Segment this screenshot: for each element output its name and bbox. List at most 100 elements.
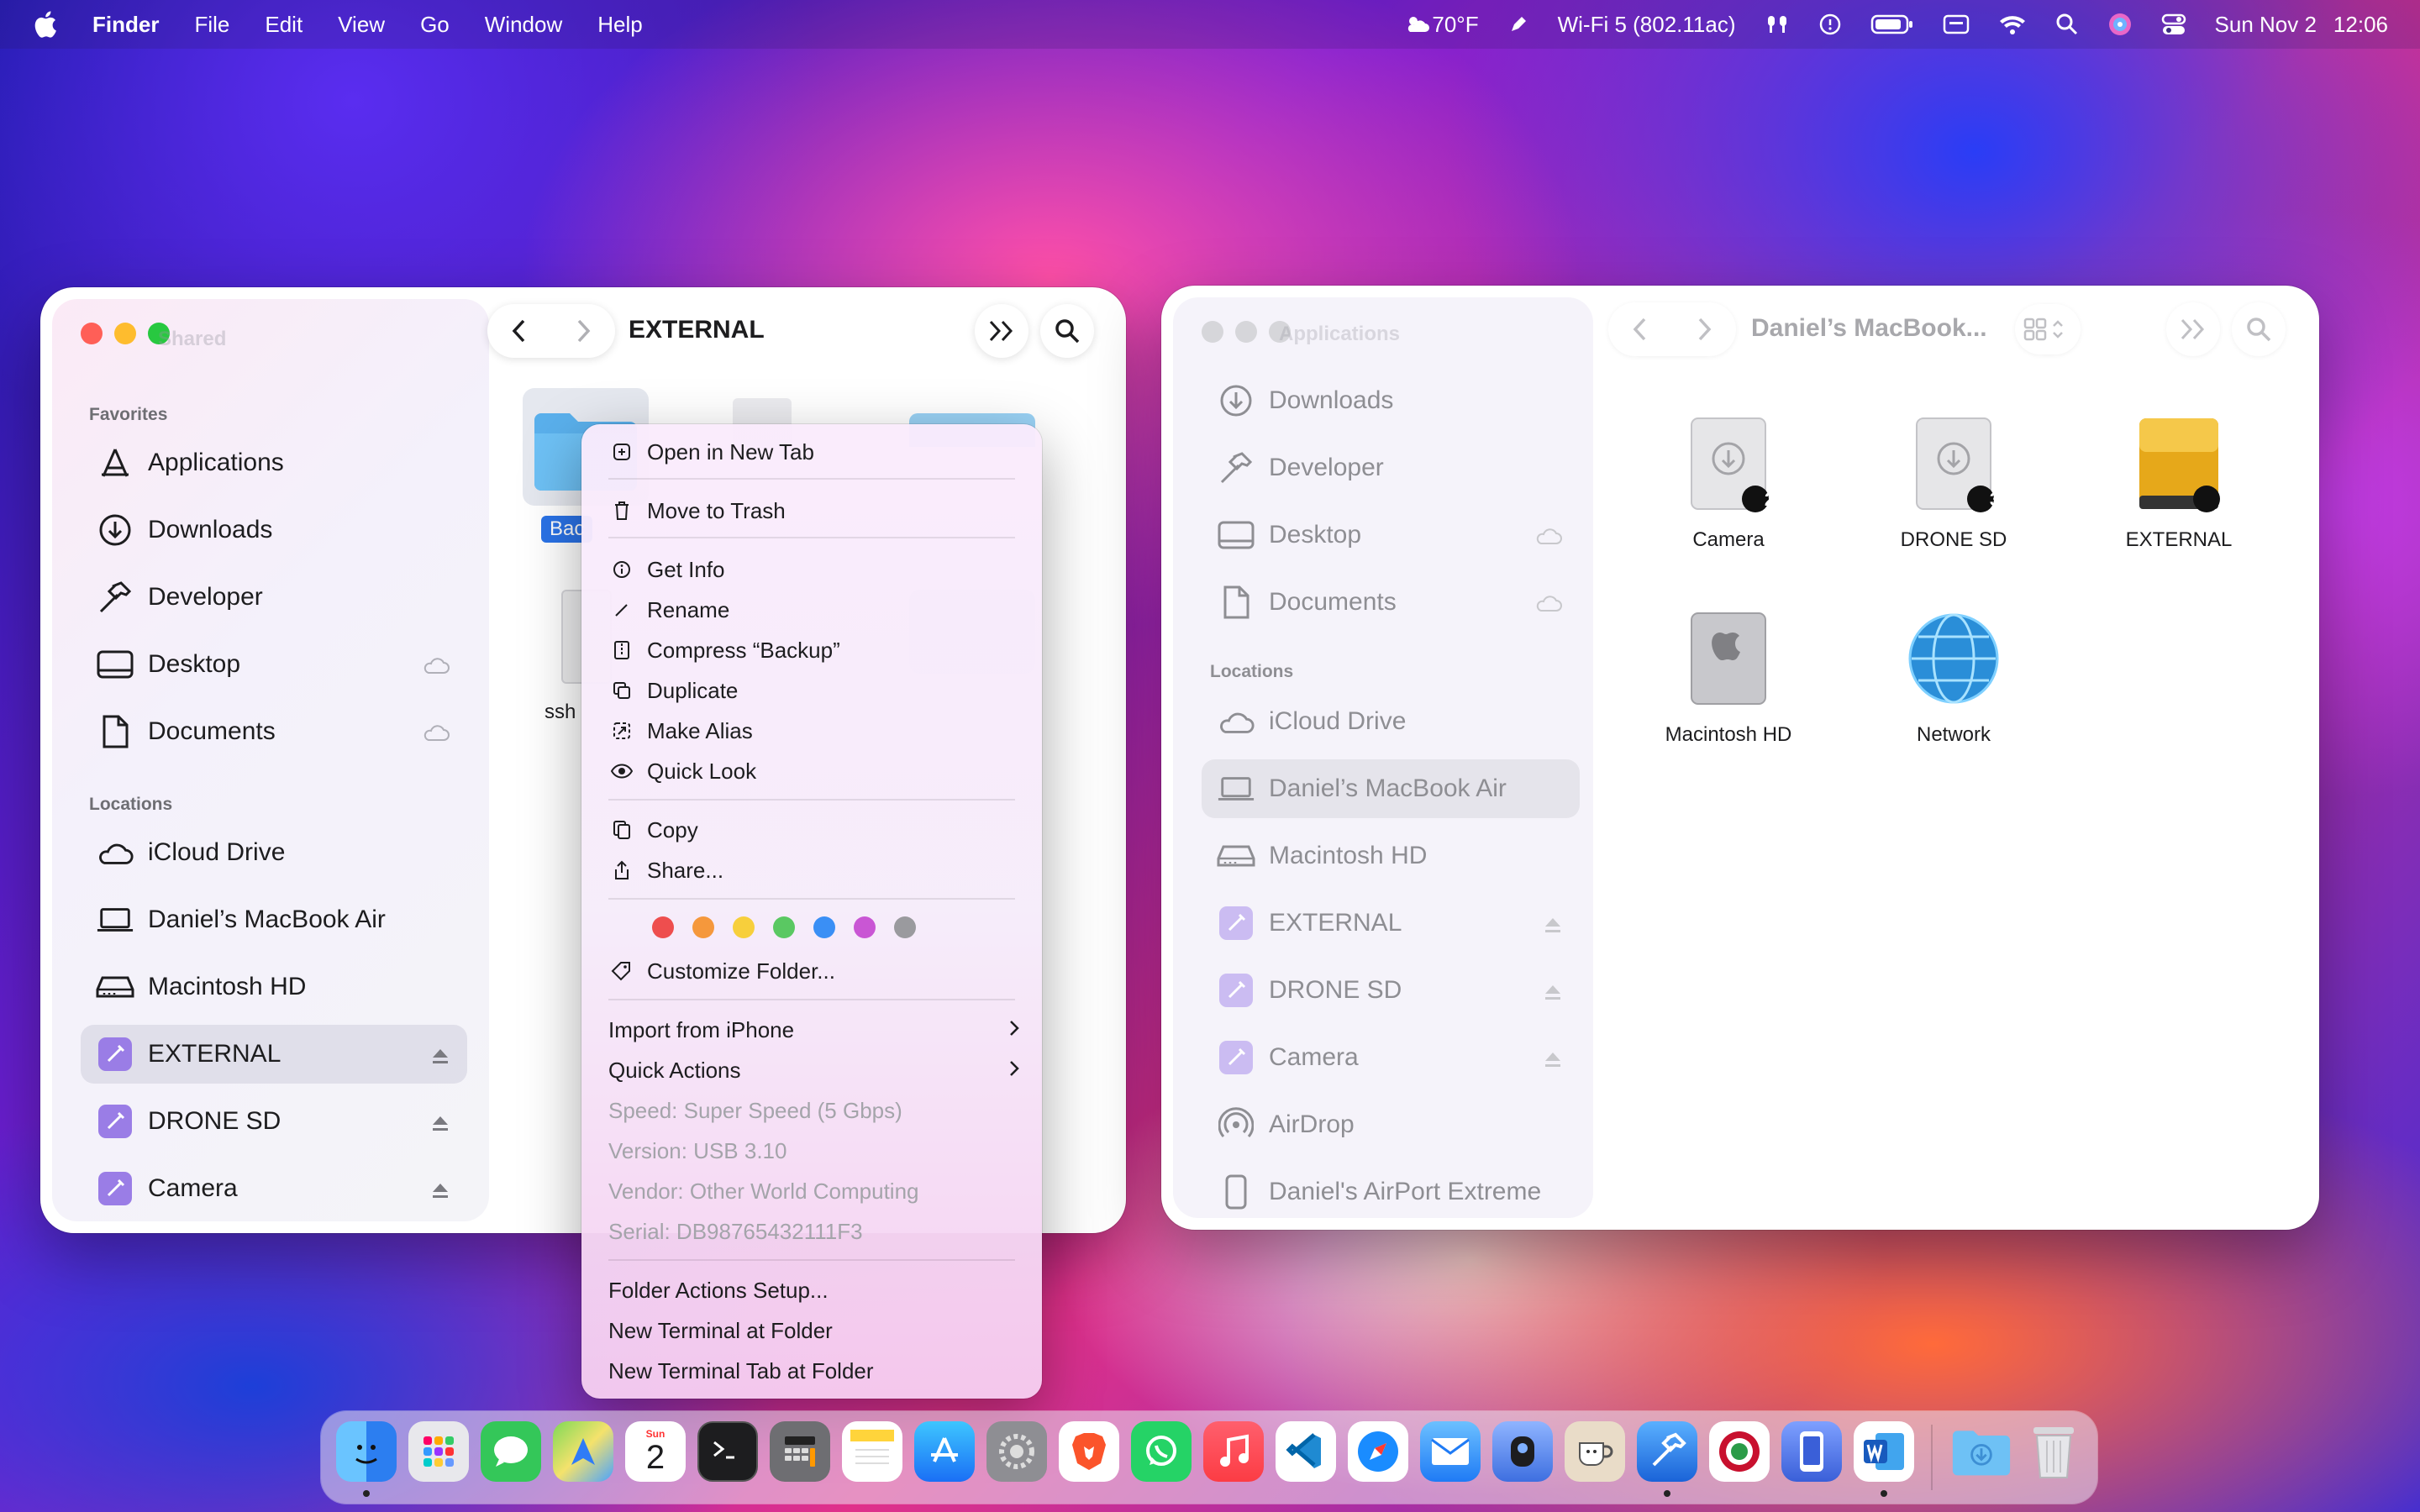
wifi-label[interactable]: Wi-Fi 5 (802.11ac) bbox=[1558, 12, 1736, 38]
eject-icon[interactable] bbox=[1543, 1047, 1563, 1075]
utility-icon[interactable] bbox=[1492, 1421, 1553, 1482]
launchpad-icon[interactable] bbox=[408, 1421, 469, 1482]
window-menu[interactable]: Window bbox=[485, 12, 562, 38]
menu-item-folder-actions-setup[interactable]: Folder Actions Setup... bbox=[581, 1271, 1042, 1310]
more-toolbar-button[interactable] bbox=[975, 304, 1028, 358]
keyboard-input-icon[interactable] bbox=[1943, 13, 1970, 35]
tag-red[interactable] bbox=[652, 916, 674, 938]
trash-icon[interactable] bbox=[2023, 1421, 2084, 1482]
sidebar-item-camera[interactable]: Camera bbox=[81, 1159, 467, 1218]
tag-gray[interactable] bbox=[894, 916, 916, 938]
edit-menu[interactable]: Edit bbox=[265, 12, 302, 38]
back-button[interactable] bbox=[487, 318, 551, 344]
eject-icon[interactable] bbox=[1543, 979, 1563, 1008]
maps-icon[interactable] bbox=[553, 1421, 613, 1482]
music-icon[interactable] bbox=[1203, 1421, 1264, 1482]
time-machine-icon[interactable] bbox=[1818, 13, 1842, 36]
eject-icon[interactable] bbox=[430, 1110, 450, 1139]
go-menu[interactable]: Go bbox=[420, 12, 450, 38]
file-menu[interactable]: File bbox=[194, 12, 229, 38]
sidebar-item-airport-extreme[interactable]: Daniel's AirPort Extreme bbox=[1202, 1163, 1580, 1221]
sidebar-item-external[interactable]: EXTERNAL bbox=[81, 1025, 467, 1084]
coffee-icon[interactable] bbox=[1565, 1421, 1625, 1482]
safari-icon[interactable] bbox=[1348, 1421, 1408, 1482]
menu-item-move-to-trash[interactable]: Move to Trash bbox=[581, 491, 1042, 530]
calculator-icon[interactable] bbox=[770, 1421, 830, 1482]
menu-item-quick-look[interactable]: Quick Look bbox=[581, 752, 1042, 790]
sidebar-item-macintosh-hd[interactable]: Macintosh HD bbox=[81, 958, 467, 1016]
menu-item-open-in-new-tab[interactable]: Open in New Tab bbox=[581, 433, 1042, 471]
view-menu[interactable]: View bbox=[338, 12, 385, 38]
search-button[interactable] bbox=[1040, 304, 1094, 358]
drive-external[interactable]: 3 EXTERNAL bbox=[2082, 415, 2275, 552]
menu-item-new-terminal-tab[interactable]: New Terminal Tab at Folder bbox=[581, 1352, 1042, 1390]
eject-icon[interactable] bbox=[1543, 912, 1563, 941]
sidebar-item-developer[interactable]: Developer bbox=[81, 568, 467, 627]
back-button[interactable] bbox=[1608, 317, 1672, 342]
forward-button[interactable] bbox=[1672, 317, 1736, 342]
terminal-icon[interactable] bbox=[697, 1421, 758, 1482]
simulator-icon[interactable] bbox=[1781, 1421, 1842, 1482]
sidebar-item-desktop[interactable]: Desktop bbox=[81, 635, 467, 694]
minimize-button[interactable] bbox=[1235, 321, 1257, 343]
drive-camera[interactable]: 2 Camera bbox=[1632, 415, 1825, 552]
word-icon[interactable] bbox=[1854, 1421, 1914, 1482]
menu-item-share[interactable]: Share... bbox=[581, 851, 1042, 890]
menu-item-make-alias[interactable]: Make Alias bbox=[581, 711, 1042, 750]
pen-icon[interactable] bbox=[1507, 13, 1529, 35]
drive-drone-sd[interactable]: 3 DRONE SD bbox=[1857, 415, 2050, 552]
sidebar-item-icloud-drive[interactable]: iCloud Drive bbox=[81, 823, 467, 882]
app-name-menu[interactable]: Finder bbox=[92, 12, 159, 38]
wifi-icon[interactable] bbox=[1998, 13, 2027, 36]
spotlight-search-icon[interactable] bbox=[2055, 13, 2079, 36]
eject-icon[interactable] bbox=[430, 1043, 450, 1072]
app-icon[interactable] bbox=[1709, 1421, 1770, 1482]
close-button[interactable] bbox=[1202, 321, 1223, 343]
sidebar-item-documents[interactable]: Documents bbox=[81, 702, 467, 761]
menu-item-duplicate[interactable]: Duplicate bbox=[581, 671, 1042, 710]
sidebar-item-icloud-drive[interactable]: iCloud Drive bbox=[1202, 692, 1580, 751]
sidebar-item-macintosh-hd[interactable]: Macintosh HD bbox=[1202, 827, 1580, 885]
menubar-time[interactable]: 12:06 bbox=[2333, 12, 2388, 38]
tag-purple[interactable] bbox=[854, 916, 876, 938]
menu-item-copy[interactable]: Copy bbox=[581, 811, 1042, 849]
sidebar-item-downloads[interactable]: Downloads bbox=[1202, 371, 1580, 430]
battery-icon[interactable] bbox=[1870, 13, 1914, 35]
menu-item-customize-folder[interactable]: Customize Folder... bbox=[581, 952, 1042, 990]
weather-status[interactable]: 70°F bbox=[1403, 12, 1479, 38]
menu-item-new-terminal[interactable]: New Terminal at Folder bbox=[581, 1311, 1042, 1350]
sidebar-item-airdrop[interactable]: AirDrop bbox=[1202, 1095, 1580, 1154]
menu-item-compress[interactable]: Compress “Backup” bbox=[581, 631, 1042, 669]
siri-icon[interactable] bbox=[2107, 12, 2133, 37]
mail-icon[interactable] bbox=[1420, 1421, 1481, 1482]
vscode-icon[interactable] bbox=[1276, 1421, 1336, 1482]
view-options-button[interactable] bbox=[2015, 304, 2081, 354]
forward-button[interactable] bbox=[551, 318, 615, 344]
control-center-icon[interactable] bbox=[2161, 13, 2186, 36]
messages-icon[interactable] bbox=[481, 1421, 541, 1482]
menubar-date[interactable]: Sun Nov 2 bbox=[2215, 12, 2317, 38]
calendar-icon[interactable]: Sun 2 bbox=[625, 1421, 686, 1482]
drive-network[interactable]: Network bbox=[1857, 610, 2050, 747]
apple-menu-icon[interactable] bbox=[34, 11, 57, 38]
tag-green[interactable] bbox=[773, 916, 795, 938]
downloads-folder-icon[interactable] bbox=[1951, 1421, 2012, 1482]
sidebar-item-applications[interactable]: Applications bbox=[81, 433, 467, 492]
tag-blue[interactable] bbox=[813, 916, 835, 938]
sidebar-item-downloads[interactable]: Downloads bbox=[81, 501, 467, 559]
brave-icon[interactable] bbox=[1059, 1421, 1119, 1482]
xcode-icon[interactable] bbox=[1637, 1421, 1697, 1482]
notes-icon[interactable] bbox=[842, 1421, 902, 1482]
whatsapp-icon[interactable] bbox=[1131, 1421, 1192, 1482]
drive-macintosh-hd[interactable]: Macintosh HD bbox=[1632, 610, 1825, 747]
sidebar-item-macbook-air[interactable]: Daniel’s MacBook Air bbox=[81, 890, 467, 949]
sidebar-item-drone-sd[interactable]: DRONE SD bbox=[81, 1092, 467, 1151]
more-toolbar-button[interactable] bbox=[2166, 302, 2220, 356]
app-store-icon[interactable] bbox=[914, 1421, 975, 1482]
sidebar-item-external[interactable]: EXTERNAL bbox=[1202, 894, 1580, 953]
finder-icon[interactable] bbox=[336, 1421, 397, 1482]
menu-item-get-info[interactable]: Get Info bbox=[581, 550, 1042, 589]
tag-orange[interactable] bbox=[692, 916, 714, 938]
minimize-button[interactable] bbox=[114, 323, 136, 344]
tag-yellow[interactable] bbox=[733, 916, 755, 938]
